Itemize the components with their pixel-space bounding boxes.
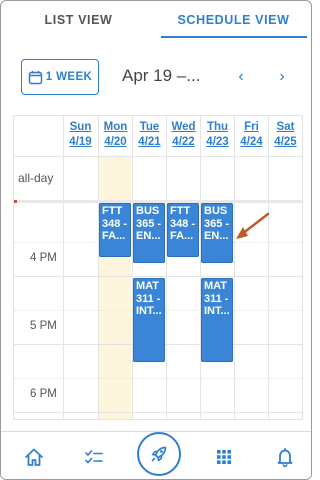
date-range-title: Apr 19 –...	[122, 66, 201, 85]
grid-icon[interactable]	[211, 444, 237, 470]
day-header-thu[interactable]: Thu 4/23	[201, 120, 234, 150]
day-header-fri[interactable]: Fri 4/24	[235, 120, 268, 150]
calendar-icon	[28, 70, 43, 85]
app-frame: LIST VIEW SCHEDULE VIEW 1 WEEK Apr 19 –.…	[0, 0, 312, 480]
time-label-6pm: 6 PM	[30, 388, 57, 400]
day-header-sun[interactable]: Sun 4/19	[64, 120, 97, 150]
event-bus365-tue[interactable]: BUS 365 - EN...	[133, 203, 165, 263]
previous-week-button[interactable]: ‹	[231, 68, 251, 86]
event-mat311-tue[interactable]: MAT 311 - INT...	[133, 278, 165, 362]
calendar-toolbar: 1 WEEK Apr 19 –... ‹ ›	[1, 59, 311, 97]
tab-schedule-view[interactable]: SCHEDULE VIEW	[156, 1, 311, 39]
bottom-navigation	[1, 431, 311, 479]
week-calendar-grid: Sun 4/19 Mon 4/20 Tue 4/21 Wed 4/22 Thu 4/23 …	[13, 115, 303, 420]
rocket-icon[interactable]	[137, 432, 181, 476]
event-ftt348-mon[interactable]: FTT 348 - FA...	[99, 203, 131, 257]
event-bus365-thu[interactable]: BUS 365 - EN...	[201, 203, 233, 263]
day-header-sat[interactable]: Sat 4/25	[269, 120, 302, 150]
active-tab-indicator	[161, 36, 307, 38]
today-column-highlight	[98, 156, 131, 419]
annotation-arrow	[236, 212, 270, 239]
time-label-4pm: 4 PM	[30, 252, 57, 264]
next-week-button[interactable]: ›	[272, 68, 292, 86]
week-range-button[interactable]: 1 WEEK	[21, 59, 99, 95]
day-header-wed[interactable]: Wed 4/22	[167, 120, 200, 150]
week-range-label: 1 WEEK	[45, 71, 93, 83]
checklist-icon[interactable]	[81, 444, 107, 470]
view-tabs: LIST VIEW SCHEDULE VIEW	[1, 1, 311, 39]
home-icon[interactable]	[21, 444, 47, 470]
time-label-5pm: 5 PM	[30, 320, 57, 332]
event-ftt348-wed[interactable]: FTT 348 - FA...	[167, 203, 199, 257]
day-header-mon[interactable]: Mon 4/20	[99, 120, 132, 150]
day-header-tue[interactable]: Tue 4/21	[133, 120, 166, 150]
current-time-marker	[14, 200, 17, 203]
bell-icon[interactable]	[272, 444, 298, 470]
event-mat311-thu[interactable]: MAT 311 - INT...	[201, 278, 233, 362]
tab-list-view[interactable]: LIST VIEW	[1, 1, 156, 39]
all-day-label: all-day	[18, 171, 54, 185]
